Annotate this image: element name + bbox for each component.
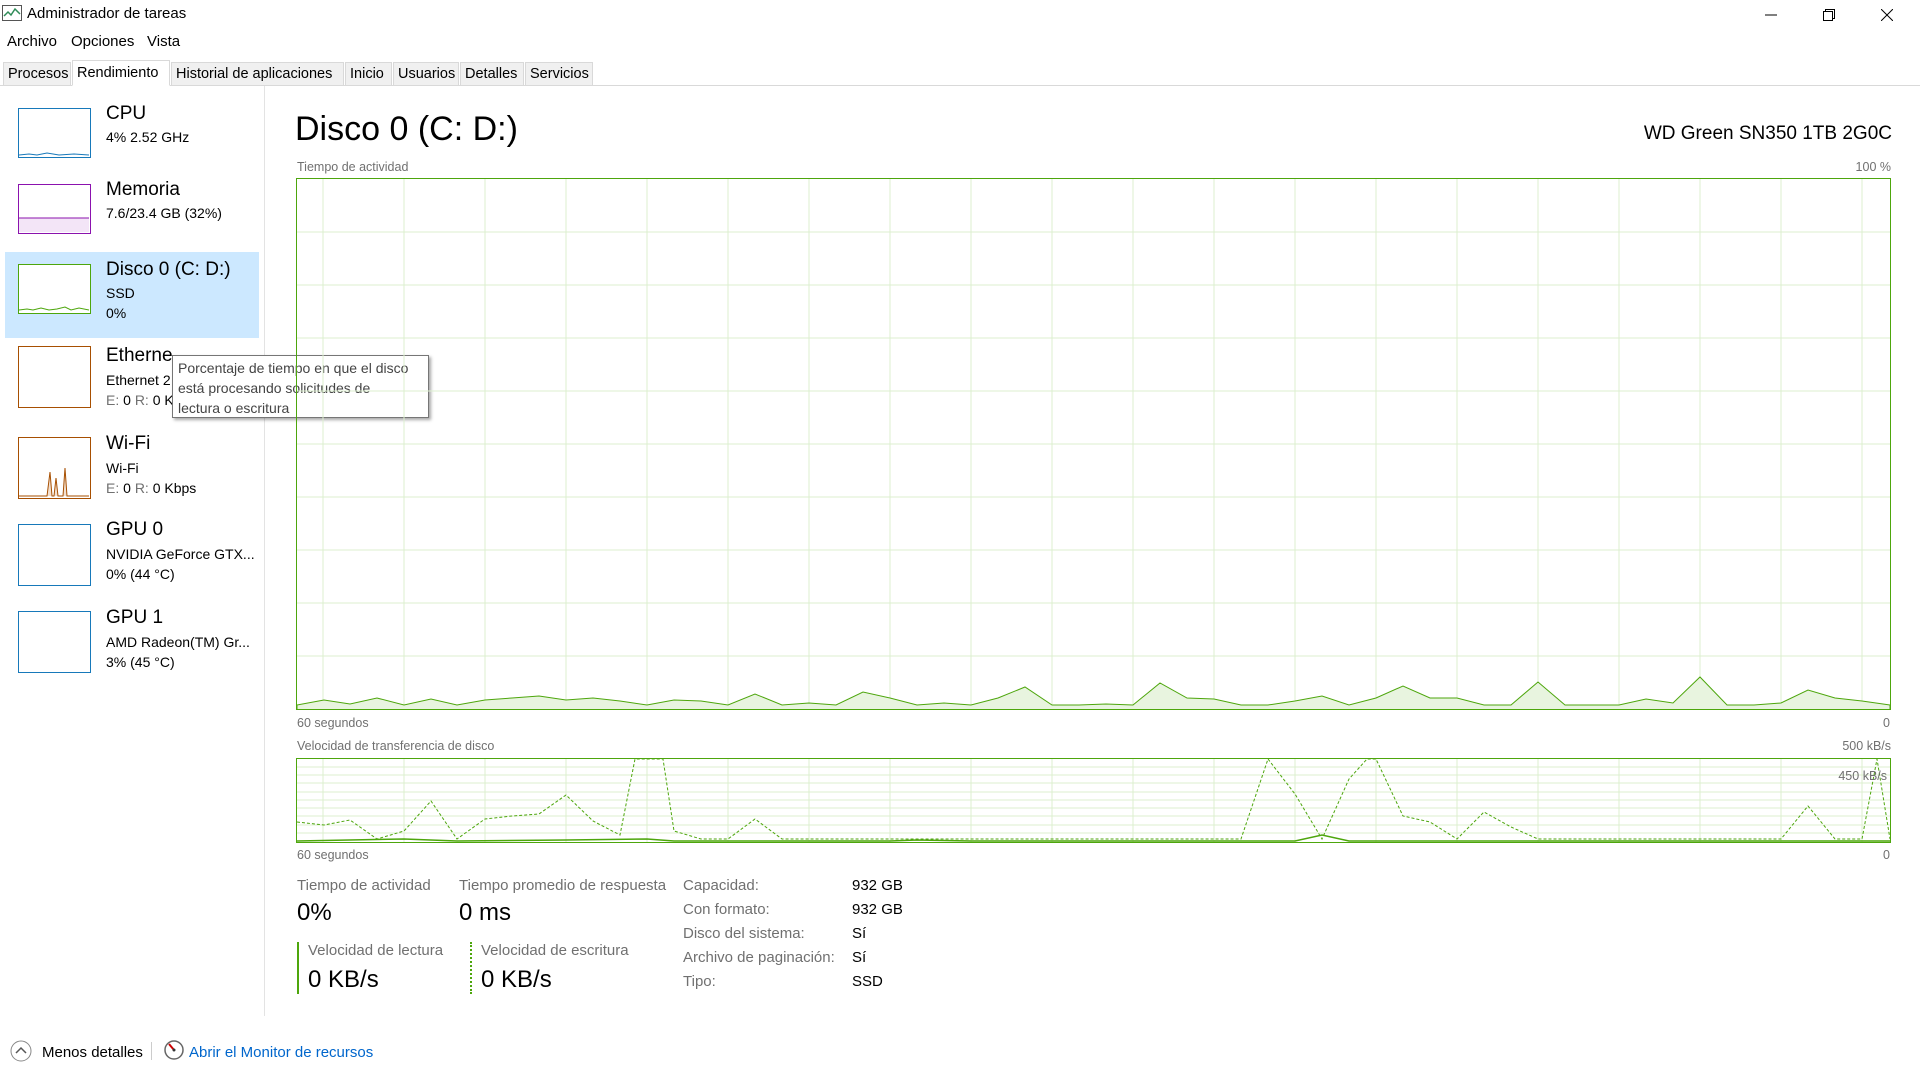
activity-chart-label: Tiempo de actividad xyxy=(297,160,409,174)
memory-thumbnail-graph xyxy=(18,184,91,234)
activity-chart-xleft: 60 segundos xyxy=(297,716,369,730)
activity-chart-xright: 0 xyxy=(1883,716,1890,730)
sidebar-sub: 3% (45 °C) xyxy=(106,654,175,670)
tab-usuarios[interactable]: Usuarios xyxy=(393,62,459,85)
sidebar-item-gpu1[interactable]: GPU 1 AMD Radeon(TM) Gr... 3% (45 °C) xyxy=(5,600,259,686)
response-time-value: 0 ms xyxy=(459,899,512,926)
info-label: Disco del sistema: xyxy=(683,925,805,942)
tab-historial[interactable]: Historial de aplicaciones xyxy=(171,62,344,85)
menu-archivo[interactable]: Archivo xyxy=(7,33,57,50)
sidebar-label: GPU 1 xyxy=(106,607,164,628)
sidebar-sub: NVIDIA GeForce GTX... xyxy=(106,546,255,562)
transfer-chart-inner-scale: 450 kB/s xyxy=(1838,769,1887,783)
task-manager-icon xyxy=(2,5,22,21)
info-value: SSD xyxy=(852,973,883,990)
activity-chart-max: 100 % xyxy=(1855,160,1891,174)
info-value: Sí xyxy=(852,949,867,966)
sidebar-sub: SSD xyxy=(106,285,135,301)
activity-graph xyxy=(296,178,1891,710)
sidebar-label: CPU xyxy=(106,103,147,124)
transfer-chart-xleft: 60 segundos xyxy=(297,848,369,862)
title-bar: Administrador de tareas xyxy=(0,0,1920,30)
tab-inicio[interactable]: Inicio xyxy=(345,62,392,85)
wifi-thumbnail-graph xyxy=(18,437,91,499)
sidebar-sub: 0% (44 °C) xyxy=(106,566,175,582)
tab-procesos[interactable]: Procesos xyxy=(3,62,71,85)
collapse-icon[interactable] xyxy=(10,1040,32,1062)
footer-divider xyxy=(151,1042,152,1060)
close-button[interactable] xyxy=(1858,0,1916,30)
read-speed-value: 0 KB/s xyxy=(308,966,379,993)
active-time-label: Tiempo de actividad xyxy=(297,877,431,894)
minimize-button[interactable] xyxy=(1742,0,1800,30)
write-speed-marker xyxy=(470,942,472,994)
transfer-chart-xright: 0 xyxy=(1883,848,1890,862)
tab-servicios[interactable]: Servicios xyxy=(525,62,593,85)
cpu-thumbnail-graph xyxy=(18,108,91,158)
sidebar-sub: Wi-Fi xyxy=(106,460,139,476)
sidebar-label: Memoria xyxy=(106,179,180,200)
active-time-value: 0% xyxy=(297,899,332,926)
resource-monitor-link[interactable]: Abrir el Monitor de recursos xyxy=(189,1044,373,1061)
response-time-label: Tiempo promedio de respuesta xyxy=(459,877,667,894)
sidebar-sub: 0% xyxy=(106,305,127,321)
less-details-button[interactable]: Menos detalles xyxy=(42,1044,143,1061)
sidebar-label: Etherne xyxy=(106,345,173,366)
resource-sidebar: CPU 4% 2.52 GHz Memoria 7.6/23.4 GB (32%… xyxy=(0,86,265,1016)
sidebar-label: Wi-Fi xyxy=(106,433,151,454)
tab-detalles[interactable]: Detalles xyxy=(460,62,524,85)
window-title: Administrador de tareas xyxy=(27,5,187,22)
disk-thumbnail-graph xyxy=(18,264,91,314)
tab-strip: Procesos Rendimiento Historial de aplica… xyxy=(0,60,1920,86)
sidebar-label: Disco 0 (C: D:) xyxy=(106,259,231,280)
sidebar-sub: E: 0 R: 0 K xyxy=(106,392,174,408)
sidebar-label: GPU 0 xyxy=(106,519,164,540)
device-model: WD Green SN350 1TB 2G0C xyxy=(1643,123,1892,144)
sidebar-sub: E: 0 R: 0 Kbps xyxy=(106,480,197,496)
sidebar-sub: Ethernet 2 xyxy=(106,372,171,388)
sidebar-item-disk[interactable]: Disco 0 (C: D:) SSD 0% xyxy=(5,252,259,338)
menu-opciones[interactable]: Opciones xyxy=(71,33,134,50)
tab-rendimiento[interactable]: Rendimiento xyxy=(72,60,170,86)
ethernet-thumbnail-graph xyxy=(18,346,91,408)
menu-vista[interactable]: Vista xyxy=(147,33,180,50)
info-value: Sí xyxy=(852,925,867,942)
info-label: Capacidad: xyxy=(683,877,759,894)
sidebar-item-gpu0[interactable]: GPU 0 NVIDIA GeForce GTX... 0% (44 °C) xyxy=(5,512,259,598)
sidebar-sub: AMD Radeon(TM) Gr... xyxy=(106,634,250,650)
transfer-chart-label: Velocidad de transferencia de disco xyxy=(297,739,495,753)
read-speed-label: Velocidad de lectura xyxy=(308,942,444,959)
sidebar-item-memory[interactable]: Memoria 7.6/23.4 GB (32%) xyxy=(5,172,259,258)
sidebar-item-wifi[interactable]: Wi-Fi Wi-Fi E: 0 R: 0 Kbps xyxy=(5,426,259,512)
write-speed-value: 0 KB/s xyxy=(481,966,552,993)
gpu1-thumbnail-graph xyxy=(18,611,91,673)
transfer-chart-max: 500 kB/s xyxy=(1842,739,1891,753)
restore-button[interactable] xyxy=(1800,0,1858,30)
footer-bar: Menos detalles Abrir el Monitor de recur… xyxy=(0,1033,1920,1073)
info-label: Archivo de paginación: xyxy=(683,949,835,966)
transfer-graph: 450 kB/s xyxy=(296,758,1891,843)
write-speed-label: Velocidad de escritura xyxy=(481,942,629,959)
sidebar-item-cpu[interactable]: CPU 4% 2.52 GHz xyxy=(5,96,259,182)
info-value: 932 GB xyxy=(852,901,903,918)
info-value: 932 GB xyxy=(852,877,903,894)
gpu0-thumbnail-graph xyxy=(18,524,91,586)
page-title: Disco 0 (C: D:) xyxy=(295,110,518,148)
menu-bar: Archivo Opciones Vista xyxy=(0,30,1920,54)
sidebar-sub: 7.6/23.4 GB (32%) xyxy=(106,205,222,221)
read-speed-marker xyxy=(297,942,299,994)
resource-monitor-icon xyxy=(163,1039,185,1061)
sidebar-sub: 4% 2.52 GHz xyxy=(106,129,190,145)
info-label: Tipo: xyxy=(683,973,716,990)
info-label: Con formato: xyxy=(683,901,770,918)
